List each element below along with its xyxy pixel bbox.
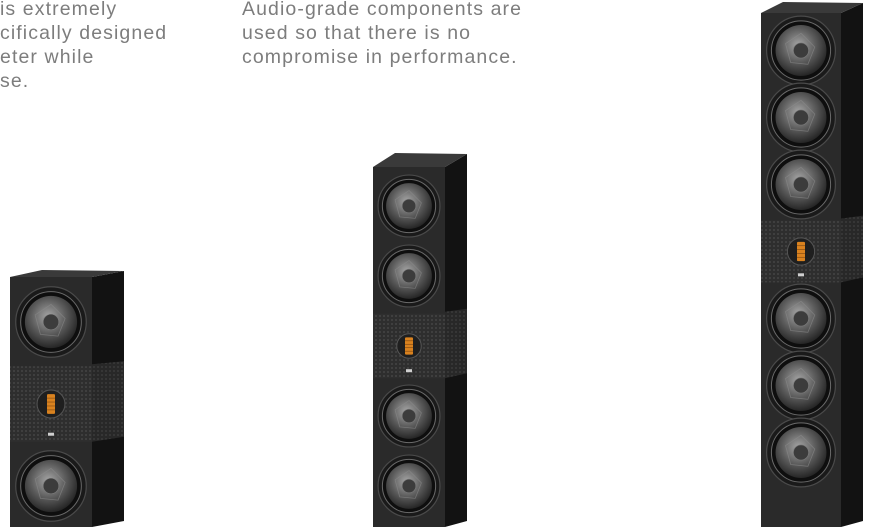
speaker-cabinet-svg: [373, 153, 467, 527]
speaker-medium-image: [366, 150, 470, 527]
woofer-driver: [765, 417, 837, 488]
woofer-driver: [765, 82, 837, 153]
woofer-driver: [15, 450, 87, 522]
ribbon-tweeter: [761, 215, 863, 283]
woofer-driver: [765, 283, 837, 354]
speaker-cabinet-svg: [10, 270, 124, 527]
woofer-driver: [377, 384, 441, 448]
feature-text-middle: Audio-grade components are used so that …: [242, 0, 522, 69]
feature-text-line: cifically designed: [0, 22, 168, 44]
woofer-driver: [377, 244, 441, 308]
ribbon-tweeter: [10, 361, 124, 442]
woofer-driver: [765, 350, 837, 421]
feature-text-line: se.: [0, 70, 30, 92]
ribbon-tweeter: [373, 308, 467, 379]
woofer-driver: [15, 286, 87, 358]
speaker-cabinet-svg: [761, 2, 863, 527]
feature-text-line: eter while: [0, 46, 95, 68]
speaker-large-image: [752, 0, 863, 527]
feature-text-line: is extremely: [0, 0, 118, 20]
speaker-small-image: [0, 265, 130, 527]
woofer-driver: [765, 15, 837, 86]
feature-text-line: used so that there is no: [242, 22, 472, 44]
feature-text-line: Audio-grade components are: [242, 0, 523, 20]
feature-text-line: compromise in performance.: [242, 46, 518, 68]
woofer-driver: [377, 174, 441, 238]
feature-text-left: is extremely cifically designed eter whi…: [0, 0, 167, 93]
woofer-driver: [377, 454, 441, 518]
woofer-driver: [765, 149, 837, 220]
